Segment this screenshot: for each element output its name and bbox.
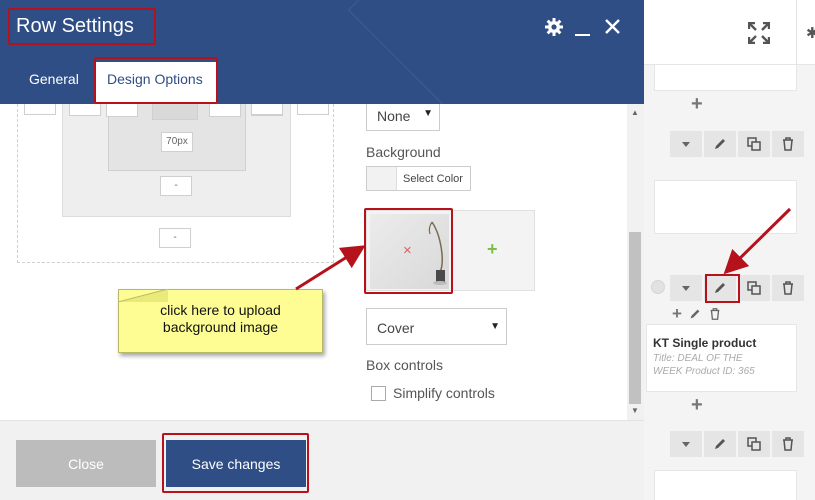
- modal-scrollbar[interactable]: ▲ ▼: [627, 104, 644, 420]
- status-dot: [651, 280, 665, 294]
- border-style-select[interactable]: None ▼: [366, 104, 440, 131]
- save-highlight-box: [162, 433, 309, 493]
- edit-pencil-icon[interactable]: [704, 431, 736, 457]
- simplify-controls-checkbox[interactable]: [371, 386, 386, 401]
- tab-general[interactable]: General: [29, 71, 79, 87]
- image-highlight-box: [364, 208, 453, 294]
- content-box: 70px: [106, 104, 246, 171]
- padding-left-input[interactable]: [69, 104, 101, 116]
- border-bottom-input[interactable]: -: [160, 176, 192, 196]
- inner-content: [152, 104, 198, 120]
- select-color-label: Select Color: [403, 173, 463, 185]
- add-image-icon[interactable]: +: [487, 239, 498, 260]
- settings-icon[interactable]: ✱: [806, 24, 815, 42]
- chevron-down-icon: ▼: [490, 321, 500, 332]
- fullscreen-icon[interactable]: [748, 22, 770, 44]
- callout-text: click here to upload: [160, 302, 281, 318]
- modal-body: 70px - - None ▼ Background Select Color: [0, 104, 644, 420]
- builder-element-card: [654, 470, 797, 500]
- chevron-down-icon[interactable]: [670, 431, 702, 457]
- trash-icon[interactable]: [772, 131, 804, 157]
- add-element-icon[interactable]: +: [672, 304, 682, 324]
- padding-input[interactable]: [106, 104, 138, 117]
- builder-element-card: [654, 65, 797, 91]
- margin-bottom-input[interactable]: -: [159, 228, 191, 248]
- scroll-thumb[interactable]: [629, 232, 641, 404]
- gear-icon[interactable]: [544, 17, 564, 37]
- background-size-value: Cover: [377, 320, 415, 336]
- clone-icon[interactable]: [738, 431, 770, 457]
- edit-pencil-icon[interactable]: [704, 275, 736, 301]
- chevron-down-icon: ▼: [423, 108, 433, 119]
- chevron-down-icon[interactable]: [670, 275, 702, 301]
- simplify-controls-label[interactable]: Simplify controls: [393, 385, 495, 401]
- select-color-button[interactable]: Select Color: [366, 166, 471, 191]
- close-icon[interactable]: [605, 19, 620, 34]
- minimize-icon[interactable]: [575, 34, 590, 36]
- background-size-select[interactable]: Cover ▼: [366, 308, 507, 345]
- row-controls: [670, 275, 804, 301]
- builder-element-card: [654, 180, 797, 234]
- clone-icon[interactable]: [738, 275, 770, 301]
- tab-highlight-box: [94, 57, 218, 104]
- title-highlight-box: [8, 8, 156, 45]
- modal-footer: Close Save changes: [0, 420, 644, 500]
- builder-toolbar: ✱: [644, 0, 815, 65]
- element-meta-line: Title: DEAL OF THE: [653, 353, 743, 364]
- page-builder-background: ✱ + + KT Single product Title: DEAL OF T…: [644, 0, 815, 500]
- clone-icon[interactable]: [738, 131, 770, 157]
- row-controls: [670, 431, 804, 457]
- chevron-down-icon[interactable]: [670, 131, 702, 157]
- background-label: Background: [366, 144, 441, 160]
- row-controls: [670, 131, 804, 157]
- trash-icon[interactable]: [772, 431, 804, 457]
- border-box: 70px -: [62, 104, 291, 217]
- color-swatch: [367, 167, 397, 190]
- edit-pencil-icon[interactable]: [688, 307, 702, 321]
- edit-pencil-icon[interactable]: [704, 131, 736, 157]
- row-settings-modal: Row Settings General Design Options 70px…: [0, 0, 644, 500]
- add-element-icon[interactable]: +: [691, 94, 703, 114]
- css-box-editor: 70px - -: [17, 104, 334, 263]
- box-controls-label: Box controls: [366, 357, 444, 373]
- margin-left-input[interactable]: [24, 104, 56, 115]
- border-style-value: None: [377, 108, 411, 124]
- add-element-icon[interactable]: +: [691, 395, 703, 415]
- trash-icon[interactable]: [772, 275, 804, 301]
- element-meta-line: WEEK Product ID: 365: [653, 366, 755, 377]
- padding-input[interactable]: [209, 104, 241, 117]
- padding-bottom-input[interactable]: 70px: [161, 132, 193, 152]
- element-tools: +: [672, 304, 722, 324]
- margin-right-input[interactable]: [297, 104, 329, 115]
- scroll-up-icon[interactable]: ▲: [631, 108, 639, 117]
- close-button[interactable]: Close: [16, 440, 156, 487]
- element-meta: Title: DEAL OF THE WEEK Product ID: 365: [653, 352, 793, 378]
- scroll-down-icon[interactable]: ▼: [631, 406, 639, 415]
- element-title: KT Single product: [653, 336, 757, 350]
- header-decoration: [347, 0, 644, 104]
- toolbar-divider: [796, 0, 797, 65]
- trash-icon[interactable]: [708, 307, 722, 321]
- border-right-input[interactable]: [251, 104, 283, 115]
- callout-text: background image: [162, 319, 279, 335]
- callout-fold: [118, 289, 168, 302]
